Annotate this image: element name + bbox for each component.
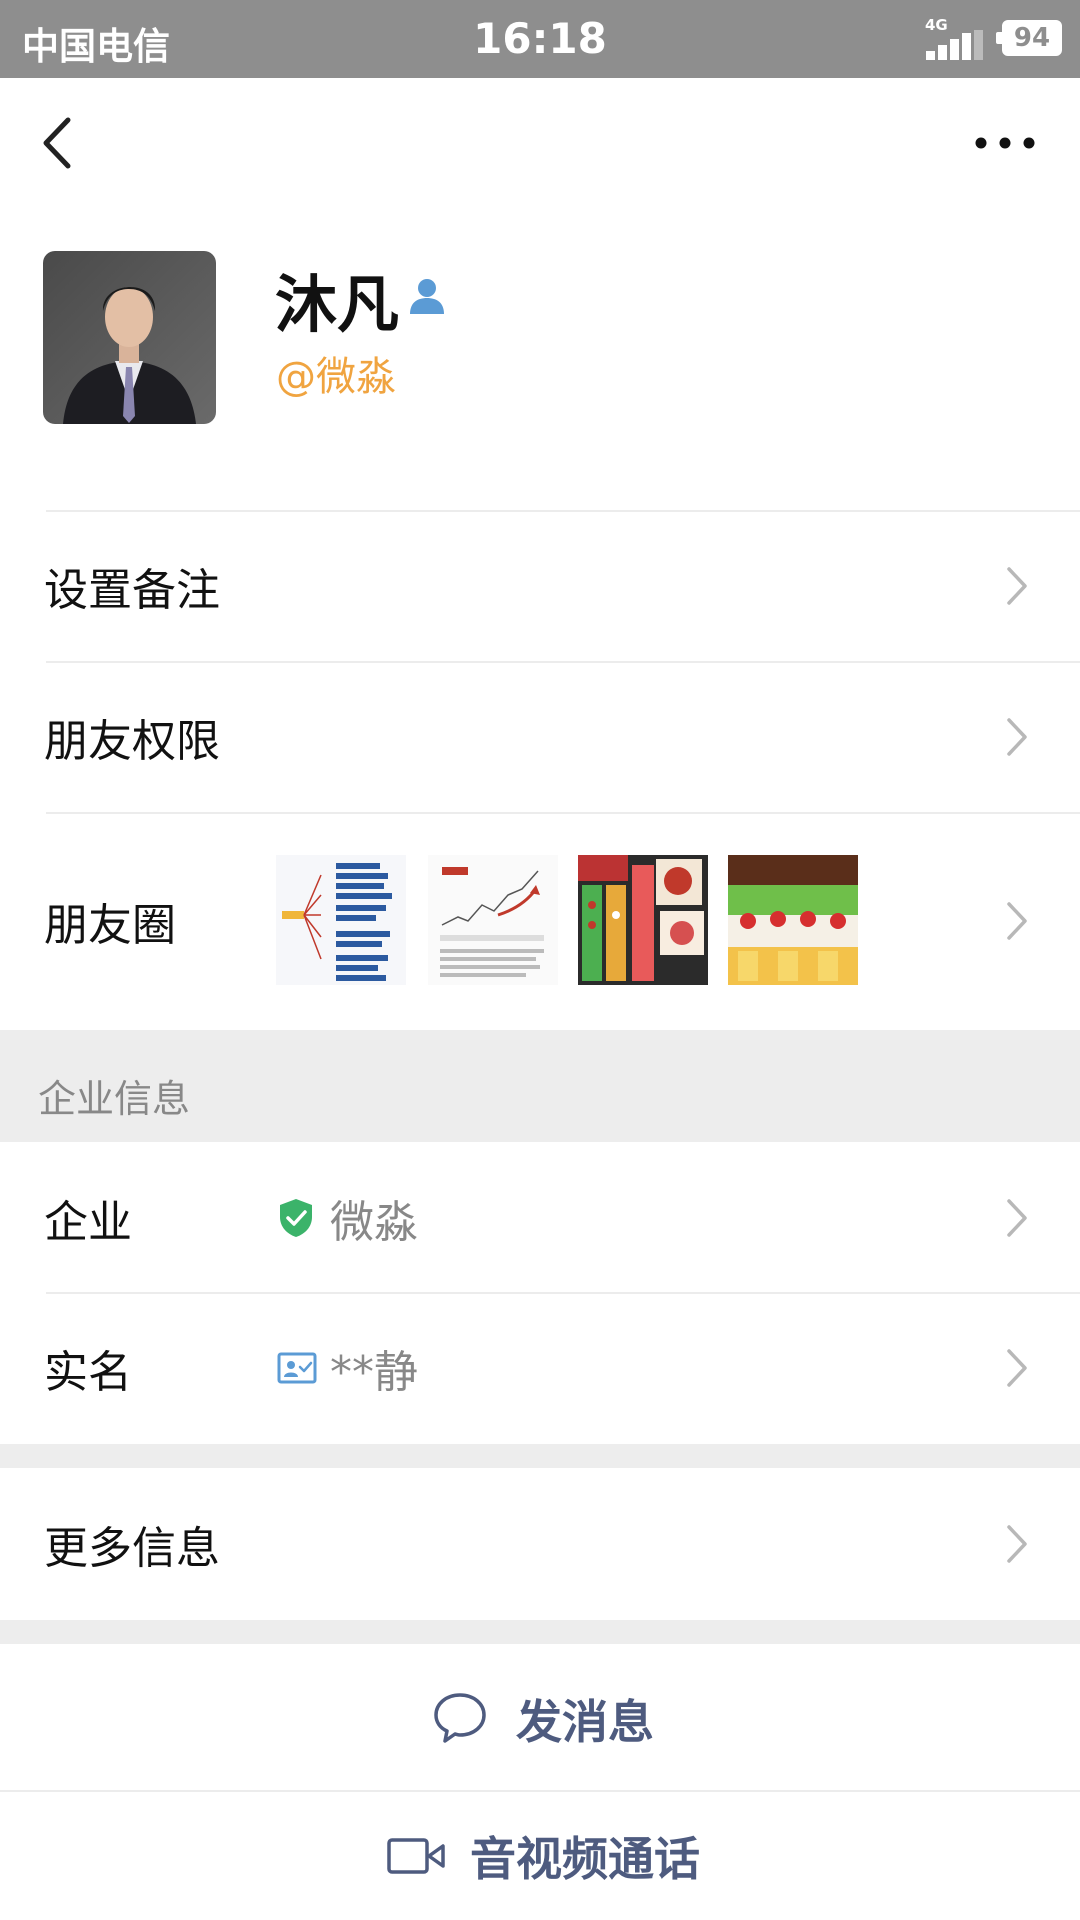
nav-bar [0, 78, 1080, 208]
company-handle: @微淼 [276, 354, 396, 400]
video-call-button[interactable]: 音视频通话 [0, 1792, 1080, 1920]
chevron-right-icon [1007, 1199, 1027, 1237]
section-gap [0, 1444, 1080, 1468]
company-value: 微淼 [330, 1197, 418, 1248]
moments-label: 朋友圈 [44, 900, 176, 951]
status-bar: 中国电信 16:18 4G 94 [0, 0, 1080, 78]
video-call-label: 音视频通话 [470, 1832, 700, 1886]
enterprise-section-header: 企业信息 [0, 1030, 1080, 1142]
chevron-left-icon [43, 117, 71, 169]
back-button[interactable] [30, 108, 100, 178]
clock: 16:18 [473, 14, 607, 63]
divider [46, 661, 1080, 663]
contact-name: 沐凡 [275, 268, 400, 341]
battery-level: 94 [1013, 23, 1051, 53]
divider [46, 1292, 1080, 1294]
moment-thumbnail [428, 855, 558, 985]
divider [46, 812, 1080, 814]
chevron-right-icon [1007, 1525, 1027, 1563]
company-row[interactable]: 企业 微淼 [0, 1142, 1080, 1294]
chevron-right-icon [1007, 902, 1027, 940]
avatar[interactable] [43, 251, 216, 424]
moment-thumbnail [728, 855, 858, 985]
divider [46, 510, 1080, 512]
chat-bubble-icon [434, 1693, 486, 1743]
more-dots-icon [975, 137, 1035, 149]
set-remark-row[interactable]: 设置备注 [0, 510, 1080, 662]
signal-icon [926, 30, 983, 60]
shield-check-icon [280, 1199, 312, 1237]
chevron-right-icon [1007, 1349, 1027, 1387]
realname-value: **静 [330, 1347, 418, 1398]
send-message-label: 发消息 [516, 1695, 654, 1749]
set-remark-label: 设置备注 [44, 565, 220, 616]
moments-thumbnails [276, 855, 876, 985]
person-icon [410, 279, 444, 314]
more-info-row[interactable]: 更多信息 [0, 1468, 1080, 1620]
company-label: 企业 [44, 1197, 132, 1248]
chevron-right-icon [1007, 718, 1027, 756]
realname-label: 实名 [44, 1347, 132, 1398]
more-button[interactable] [965, 118, 1045, 168]
battery-icon: 94 [996, 20, 1062, 56]
more-info-label: 更多信息 [44, 1523, 220, 1574]
moment-thumbnail [578, 855, 708, 985]
realname-row[interactable]: 实名 **静 [0, 1292, 1080, 1444]
moment-thumbnail [276, 855, 406, 985]
chevron-right-icon [1007, 567, 1027, 605]
friend-permissions-row[interactable]: 朋友权限 [0, 661, 1080, 813]
profile-header: 沐凡 @微淼 [0, 208, 1080, 508]
friend-permissions-label: 朋友权限 [44, 716, 220, 767]
section-gap [0, 1620, 1080, 1644]
section-title: 企业信息 [38, 1077, 191, 1121]
id-card-icon [277, 1352, 317, 1384]
send-message-button[interactable]: 发消息 [0, 1644, 1080, 1794]
video-camera-icon [387, 1838, 445, 1874]
